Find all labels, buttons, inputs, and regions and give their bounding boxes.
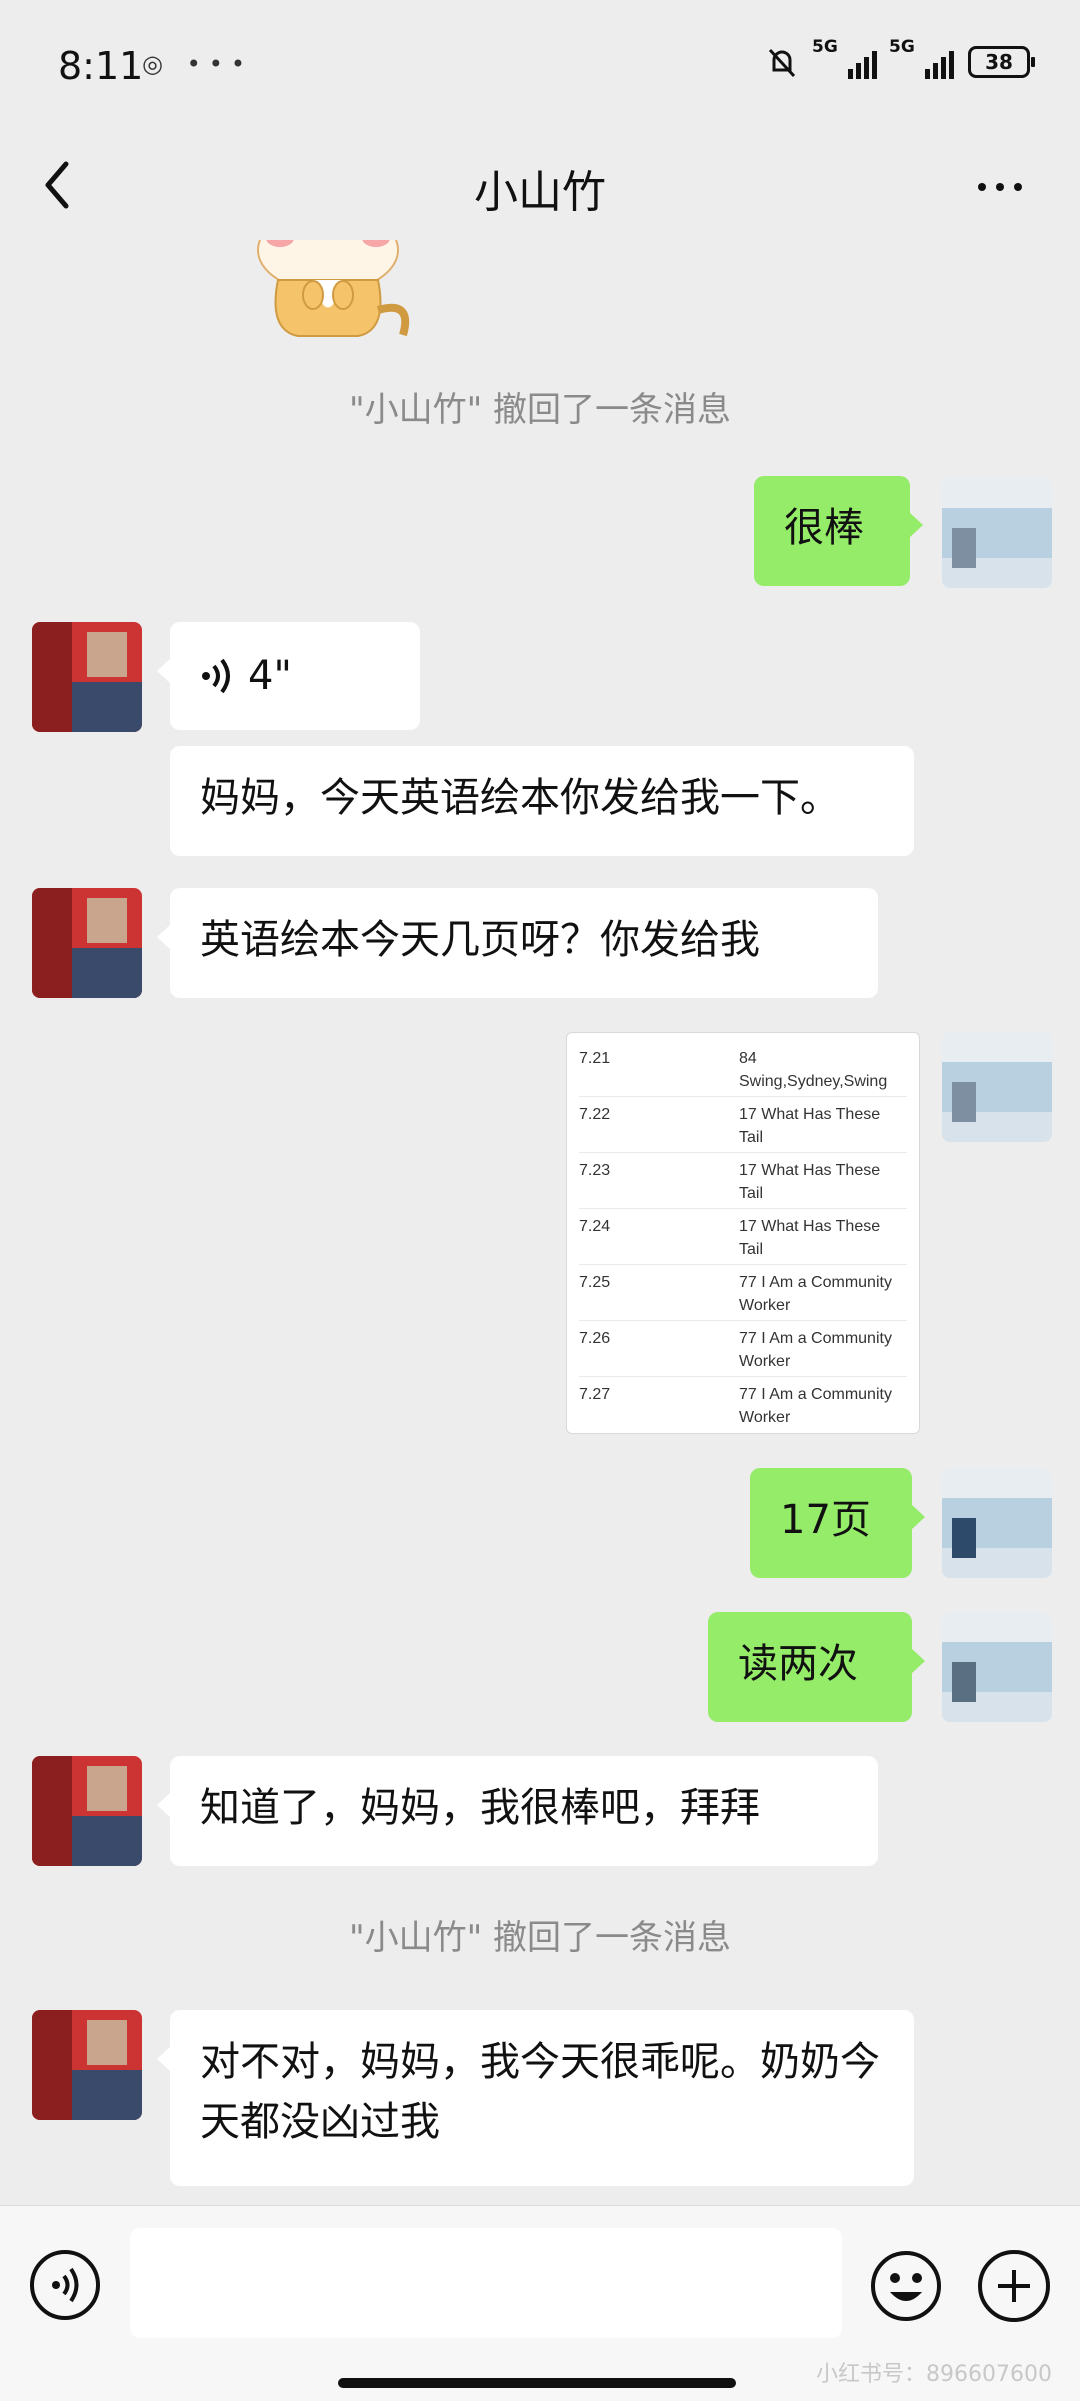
table-row: 7.23 17 What Has These Tail [579,1153,907,1209]
my-avatar[interactable] [942,1032,1052,1142]
table-row: 7.24 17 What Has These Tail [579,1209,907,1265]
voice-duration: 4" [248,653,292,699]
signal-5g-1-icon: 5G [812,37,877,79]
voice-wave-icon [52,2267,79,2303]
chat-title: 小山竹 [474,167,606,218]
status-right-icons: 5G 5G 38 [764,37,1035,80]
image-message[interactable]: 7.21 84 Swing,Sydney,Swing 7.22 17 What Ha… [566,1032,920,1434]
message-bubble-outgoing[interactable]: 17页 [750,1468,925,1578]
message-bubble-incoming[interactable]: 妈妈，今天英语绘本你发给我一下。 [170,746,914,856]
voice-wave-icon [202,658,230,694]
contact-avatar[interactable] [32,888,142,998]
cat-sticker[interactable] [228,240,458,340]
recall-notice: "小山竹" 撤回了一条消息 [348,1918,732,1958]
recall-notice: "小山竹" 撤回了一条消息 [348,390,732,430]
contact-avatar[interactable] [32,622,142,732]
my-avatar[interactable] [942,478,1052,588]
mute-bell-icon [768,48,796,78]
message-bubble-incoming[interactable]: 对不对，妈妈，我今天很乖呢。奶奶今天都没凶过我 [157,2010,914,2186]
message-bubble-outgoing[interactable]: 读两次 [708,1612,925,1722]
status-bar: 8:11 ◎ ••• 5G 5G 38 [0,0,1080,140]
message-bubble-incoming[interactable]: 知道了，妈妈，我很棒吧，拜拜 [157,1756,878,1866]
table-row: 7.25 77 I Am a Community Worker [579,1265,907,1321]
my-avatar[interactable] [942,1468,1052,1578]
more-functions-button[interactable] [978,2250,1050,2322]
battery-icon: 38 [968,46,1035,78]
table-row: 7.26 77 I Am a Community Worker [579,1321,907,1377]
more-options-button[interactable] [960,150,1040,220]
message-input[interactable] [130,2228,842,2338]
voice-input-button[interactable] [30,2250,100,2320]
message-bubble-outgoing[interactable]: 很棒 [754,476,923,586]
contact-avatar[interactable] [32,1756,142,1866]
my-avatar[interactable] [942,1612,1052,1722]
notification-icons: ◎ ••• [142,50,254,78]
message-bubble-incoming[interactable]: 英语绘本今天几页呀？你发给我 [157,888,878,998]
chat-header: 小山竹 [0,140,1080,240]
signal-5g-2-icon: 5G [889,37,954,79]
contact-avatar[interactable] [32,2010,142,2120]
home-indicator[interactable] [338,2378,736,2388]
table-row: 7.27 77 I Am a Community Worker [579,1386,892,1426]
input-bar: 小红书号：896607600 [0,2205,1080,2401]
table-row: 7.21 84 Swing,Sydney,Swing [579,1041,907,1097]
table-row: 7.22 17 What Has These Tail [579,1097,907,1153]
status-time: 8:11 [58,44,144,88]
watermark: 小红书号：896607600 [816,2362,1052,2387]
voice-message[interactable]: 4" [157,622,420,730]
emoji-button[interactable] [870,2250,942,2322]
